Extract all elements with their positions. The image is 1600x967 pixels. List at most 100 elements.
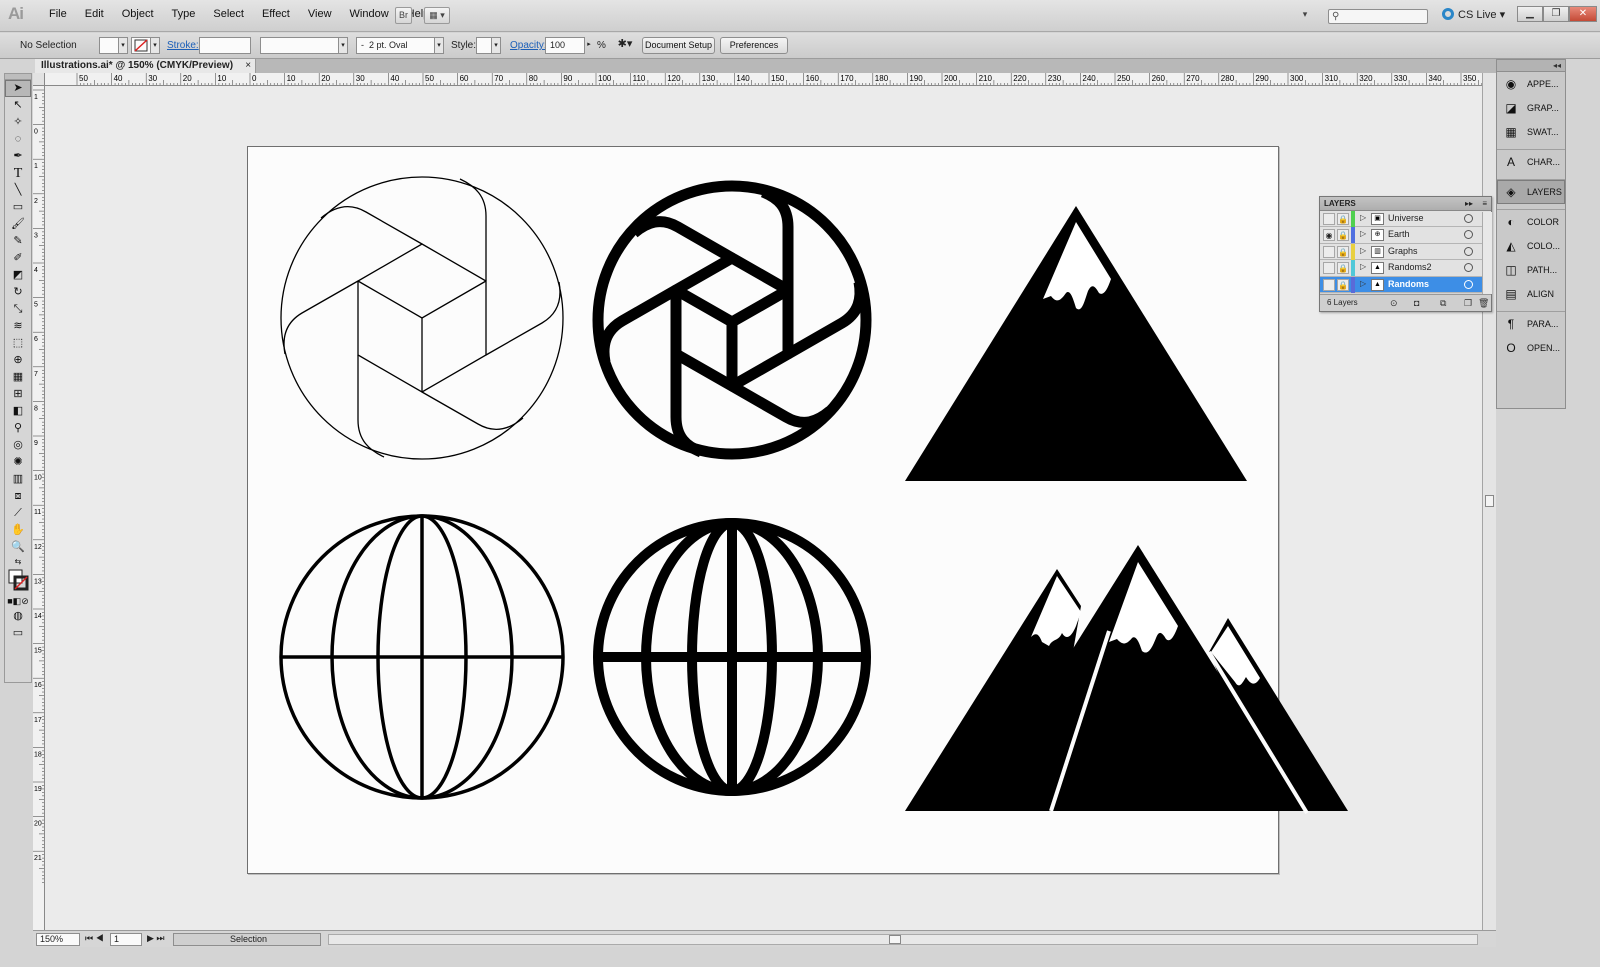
eraser-tool[interactable]: ◩ <box>5 267 31 284</box>
type-tool[interactable]: T <box>5 165 31 182</box>
make-clipping-mask-icon[interactable]: ◘ <box>1414 295 1419 311</box>
target-circle-icon[interactable] <box>1464 279 1473 289</box>
fill-dropdown[interactable]: ▾ <box>118 37 128 54</box>
fill-swatch[interactable] <box>99 37 119 54</box>
layer-row-randoms[interactable]: 🔒 ▷ ▲ Randoms <box>1320 276 1491 293</box>
layer-name[interactable]: Randoms2 <box>1388 262 1432 272</box>
expand-triangle-icon[interactable]: ▷ <box>1360 262 1366 271</box>
dock-item-graphic-styles[interactable]: ◪ GRAP... <box>1497 96 1565 120</box>
horizontal-scroll-thumb[interactable] <box>889 935 901 944</box>
lock-icon[interactable]: 🔒 <box>1337 278 1349 291</box>
stroke-swatch[interactable] <box>131 37 151 54</box>
scale-tool[interactable]: ⤡ <box>5 301 31 318</box>
layers-panel-header[interactable]: LAYERS ▸▸ ≡ <box>1320 197 1491 211</box>
screen-mode[interactable]: ▭ <box>5 625 31 642</box>
new-layer-icon[interactable]: ❐ <box>1464 295 1472 311</box>
bridge-button[interactable]: Br <box>395 7 412 24</box>
dock-item-color-guide[interactable]: ◭ COLO... <box>1497 234 1565 258</box>
new-sublayer-icon[interactable]: ⧉ <box>1440 295 1446 311</box>
stroke-weight-field[interactable] <box>199 37 251 54</box>
dock-item-color[interactable]: ◐ COLOR <box>1497 210 1565 234</box>
aperture-outline-artwork[interactable] <box>280 176 564 460</box>
menu-type[interactable]: Type <box>163 8 205 20</box>
cs-live-menu[interactable]: CS Live ▾ <box>1442 8 1505 21</box>
menu-object[interactable]: Object <box>113 8 163 20</box>
dock-item-swatches[interactable]: ▦ SWAT... <box>1497 120 1565 144</box>
lasso-tool[interactable]: ◌ <box>5 131 31 148</box>
vertical-scroll-thumb[interactable] <box>1485 495 1494 507</box>
mountain-artwork[interactable] <box>905 206 1247 481</box>
layer-row-earth[interactable]: ◉ 🔒 ▷ ⊕ Earth <box>1320 227 1491 244</box>
blend-tool[interactable]: ◎ <box>5 437 31 454</box>
opacity-arrow[interactable]: ▸ <box>584 37 594 54</box>
zoom-tool[interactable]: 🔍 <box>5 539 31 556</box>
target-circle-icon[interactable] <box>1464 246 1473 256</box>
direct-selection-tool[interactable]: ↖ <box>5 97 31 114</box>
dock-item-layers[interactable]: ◈ LAYERS <box>1497 180 1565 204</box>
variable-width-dropdown[interactable]: ▾ <box>338 37 348 54</box>
vertical-ruler[interactable]: 1 0 1 2 3 4 5 6 7 8 9 10 11 12 13 14 15 16 17 18 19 20 21 <box>33 86 45 930</box>
document-tab[interactable]: Illustrations.ai* @ 150% (CMYK/Preview) … <box>35 59 257 73</box>
menu-file[interactable]: File <box>40 8 76 20</box>
first-artboard-icon[interactable]: ⏮ ◀ <box>85 933 104 944</box>
dock-item-appearance[interactable]: ◉ APPE... <box>1497 72 1565 96</box>
column-graph-tool[interactable]: ▥ <box>5 471 31 488</box>
layer-row-graphs[interactable]: 🔒 ▷ ▥ Graphs <box>1320 243 1491 261</box>
stroke-dropdown[interactable]: ▾ <box>150 37 160 54</box>
magic-wand-tool[interactable]: ✧ <box>5 114 31 131</box>
layer-row-universe[interactable]: 🔒 ▷ ▣ Universe <box>1320 211 1491 228</box>
brush-dropdown[interactable]: ▾ <box>434 37 444 54</box>
trash-icon[interactable]: 🗑 <box>1478 295 1489 311</box>
selection-tool[interactable]: ➤ <box>5 80 31 97</box>
preferences-button[interactable]: Preferences <box>720 37 788 54</box>
menu-edit[interactable]: Edit <box>76 8 113 20</box>
globe-outline-artwork[interactable] <box>279 514 565 800</box>
arrange-documents-button[interactable]: ▦ ▾ <box>424 7 450 24</box>
menu-window[interactable]: Window <box>341 8 398 20</box>
aperture-bold-artwork[interactable] <box>592 180 872 460</box>
drawing-modes[interactable]: ◍ <box>5 608 31 625</box>
target-circle-icon[interactable] <box>1464 214 1473 223</box>
target-circle-icon[interactable] <box>1464 263 1473 273</box>
horizontal-ruler[interactable]: 50 40 30 20 10 0 10 20 30 40 50 60 70 80 90 100 110 120 13… <box>45 73 1482 86</box>
expand-triangle-icon[interactable]: ▷ <box>1360 229 1366 238</box>
pen-tool[interactable]: ✒ <box>5 148 31 165</box>
dock-header[interactable]: ◂◂ <box>1497 60 1565 72</box>
color-mode-buttons[interactable]: ■◧⊘ <box>5 594 31 608</box>
opacity-field[interactable]: 100 <box>545 37 585 54</box>
hand-tool[interactable]: ✋ <box>5 522 31 539</box>
opacity-label[interactable]: Opacity: <box>510 40 547 51</box>
graphic-style-swatch[interactable] <box>476 37 492 54</box>
visibility-toggle[interactable] <box>1323 278 1335 291</box>
menu-view[interactable]: View <box>299 8 341 20</box>
line-tool[interactable]: ╲ <box>5 182 31 199</box>
layer-row-randoms2[interactable]: 🔒 ▷ ▲ Randoms2 <box>1320 260 1491 277</box>
graphic-style-dropdown[interactable]: ▾ <box>491 37 501 54</box>
perspective-grid-tool[interactable]: ▦ <box>5 369 31 386</box>
gradient-tool[interactable]: ◧ <box>5 403 31 420</box>
lock-icon[interactable]: 🔒 <box>1337 262 1349 275</box>
expand-triangle-icon[interactable]: ▷ <box>1360 279 1366 288</box>
blob-brush-tool[interactable]: ✐ <box>5 250 31 267</box>
mesh-tool[interactable]: ⊞ <box>5 386 31 403</box>
pencil-tool[interactable]: ✎ <box>5 233 31 250</box>
mountain-range-artwork[interactable] <box>905 545 1348 815</box>
menu-effect[interactable]: Effect <box>253 8 299 20</box>
visibility-toggle[interactable] <box>1323 262 1335 275</box>
brush-definition-field[interactable]: - 2 pt. Oval <box>356 37 436 54</box>
expand-triangle-icon[interactable]: ▷ <box>1360 246 1366 255</box>
eyedropper-tool[interactable]: ⚲ <box>5 420 31 437</box>
symbol-sprayer-tool[interactable]: ✺ <box>5 454 31 471</box>
swap-fill-stroke[interactable]: ⇆ <box>5 556 31 568</box>
dock-item-paragraph[interactable]: ¶ PARA... <box>1497 312 1565 336</box>
target-circle-icon[interactable] <box>1464 230 1473 240</box>
workspace-dropdown[interactable]: ▾ <box>1298 7 1312 24</box>
lock-icon[interactable]: 🔒 <box>1337 213 1349 225</box>
expand-triangle-icon[interactable]: ▷ <box>1360 213 1366 222</box>
status-readout[interactable]: Selection <box>173 933 321 946</box>
restore-button[interactable]: ❐ <box>1543 6 1569 22</box>
lock-icon[interactable]: 🔒 <box>1337 229 1349 242</box>
minimize-button[interactable]: ▁ <box>1517 6 1543 22</box>
warp-tool[interactable]: ≋ <box>5 318 31 335</box>
dock-item-pathfinder[interactable]: ◫ PATH... <box>1497 258 1565 282</box>
